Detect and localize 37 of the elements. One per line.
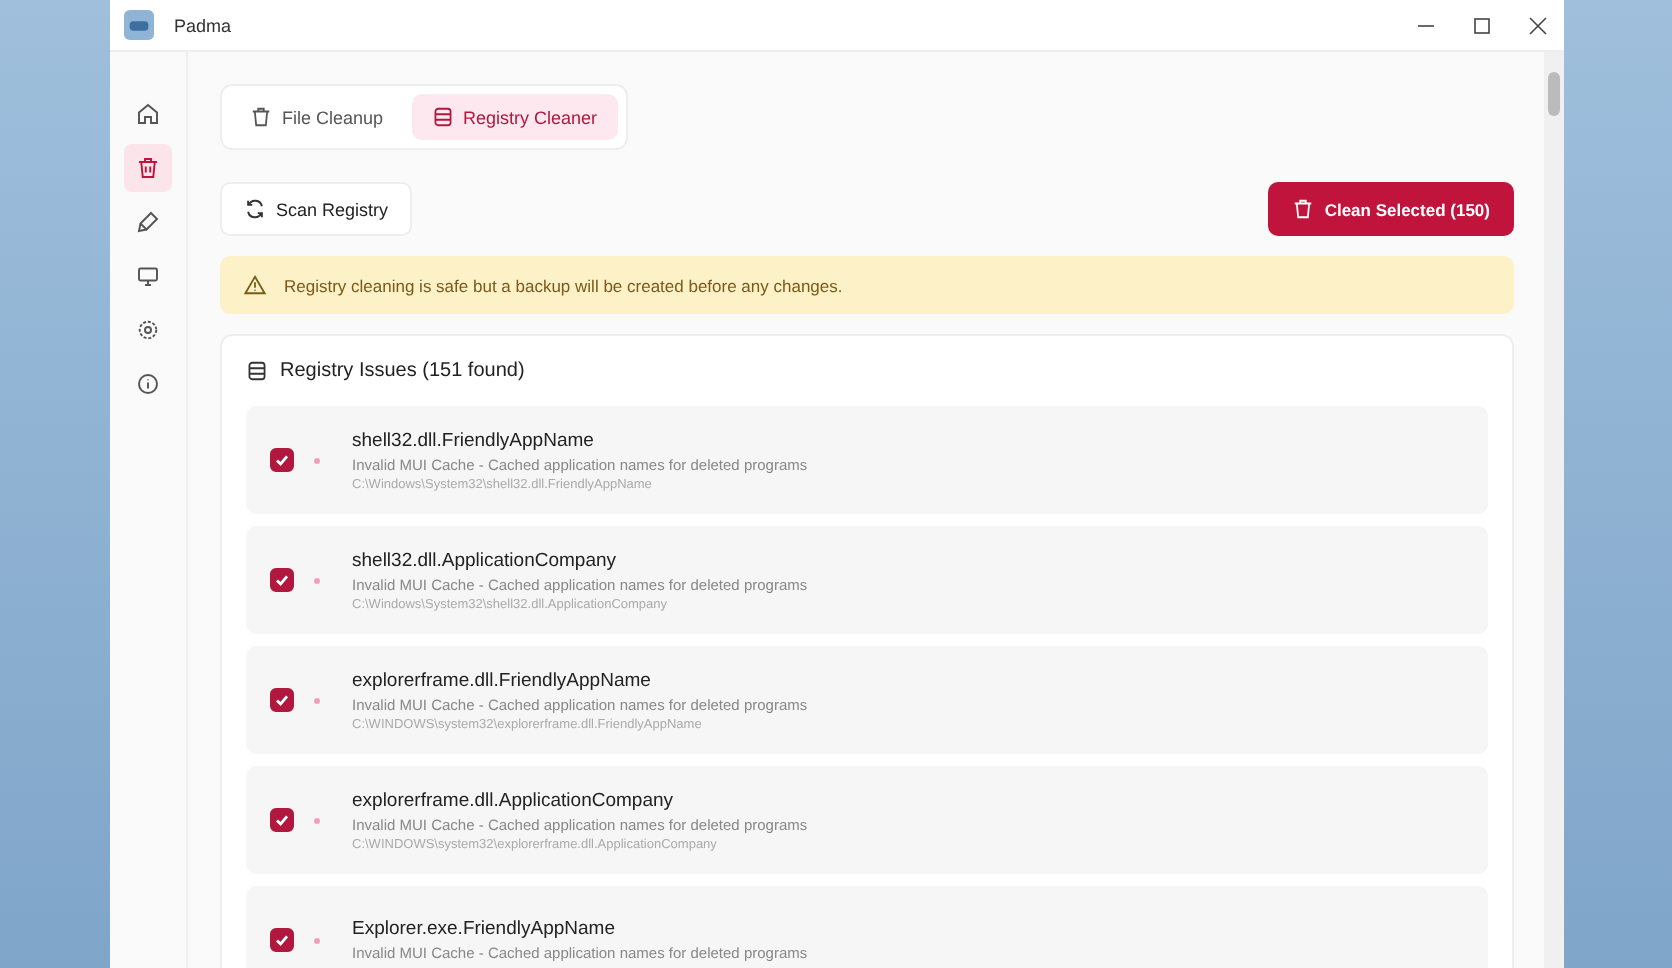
checkbox[interactable]: [270, 448, 294, 472]
trash-icon: [250, 106, 272, 128]
checkmark-icon: [272, 450, 292, 470]
issues-title: Registry Issues (151 found): [280, 360, 525, 382]
close-icon[interactable]: [1528, 15, 1548, 35]
warning-icon: [244, 274, 266, 296]
checkbox[interactable]: [270, 568, 294, 592]
info-icon: [136, 372, 160, 396]
database-icon: [246, 360, 268, 382]
checkbox[interactable]: [270, 928, 294, 952]
tab[interactable]: Registry Cleaner: [411, 94, 618, 140]
checkmark-icon: [272, 690, 292, 710]
scan-registry-button[interactable]: Scan Registry: [220, 182, 413, 236]
trash-icon: [136, 156, 160, 180]
sidebar-item[interactable]: [124, 144, 172, 192]
checkmark-icon: [272, 810, 292, 830]
monitor-icon: [136, 264, 160, 288]
trash-icon: [1292, 198, 1315, 220]
scrollbar[interactable]: [1544, 52, 1564, 968]
issue-name: explorerframe.dll.FriendlyAppName: [352, 669, 653, 691]
issue-name: Explorer.exe.FriendlyAppName: [352, 918, 617, 940]
clean-selected-button[interactable]: Clean Selected (150): [1268, 182, 1514, 236]
issue-name: shell32.dll.ApplicationCompany: [352, 549, 619, 571]
gear-icon: [136, 318, 160, 342]
home-icon: [136, 102, 160, 126]
maximize-icon[interactable]: [1472, 15, 1492, 35]
checkbox[interactable]: [270, 688, 294, 712]
checkmark-icon: [272, 930, 292, 950]
checkbox[interactable]: [270, 808, 294, 832]
database-icon: [431, 106, 454, 128]
app-logo-icon: [124, 10, 154, 40]
warning-text: Registry cleaning is safe but a backup will be created before any changes.: [284, 275, 843, 295]
refresh-icon: [244, 198, 266, 220]
checkmark-icon: [272, 570, 292, 590]
issue-name: shell32.dll.FriendlyAppName: [352, 429, 596, 451]
window-title: Padma: [174, 15, 232, 35]
issue-name: explorerframe.dll.ApplicationCompany: [352, 789, 676, 811]
